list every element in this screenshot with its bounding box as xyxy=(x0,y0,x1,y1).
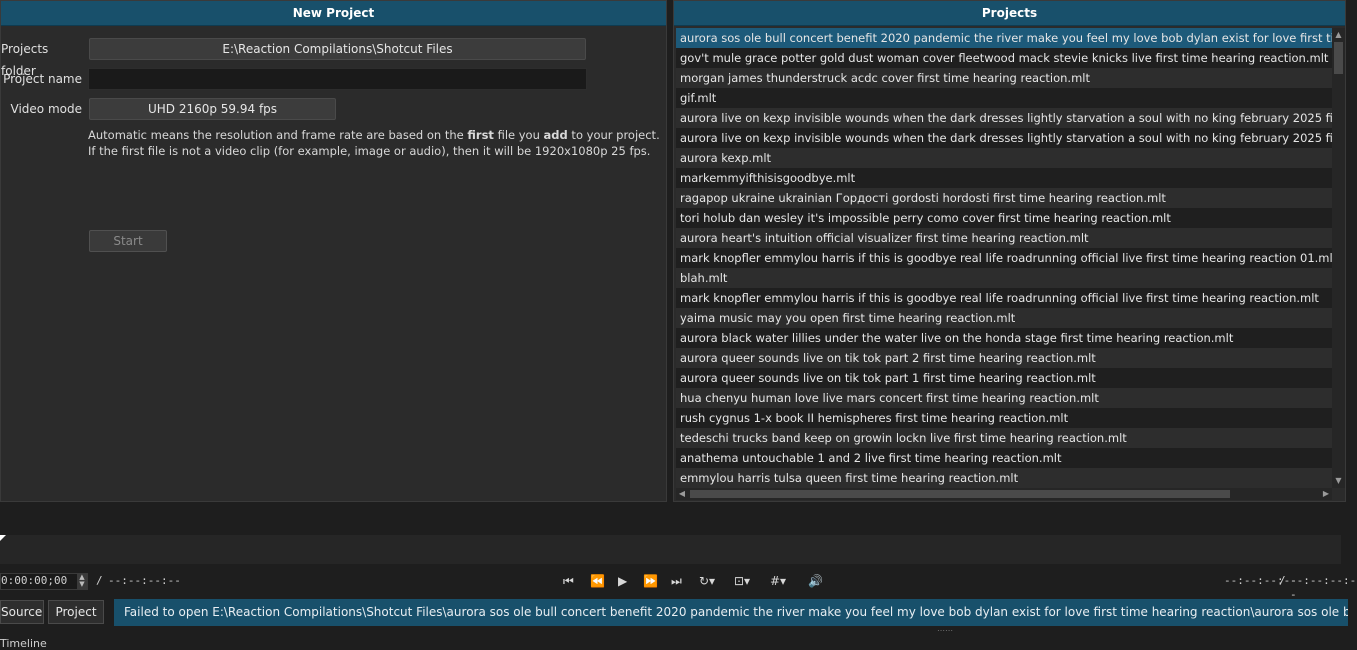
zoom-icon[interactable]: ⊡▾ xyxy=(734,572,750,590)
list-item[interactable]: mark knopfler emmylou harris if this is … xyxy=(676,248,1332,268)
info-text-part: Automatic means the resolution and frame… xyxy=(88,128,468,142)
projects-panel: Projects aurora sos ole bull concert ben… xyxy=(673,0,1346,502)
vertical-scroll-thumb[interactable] xyxy=(1334,42,1343,74)
list-item[interactable]: tori holub dan wesley it's impossible pe… xyxy=(676,208,1332,228)
video-mode-button[interactable]: UHD 2160p 59.94 fps xyxy=(89,98,336,120)
scroll-down-icon[interactable]: ▼ xyxy=(1334,476,1343,486)
timecode-spinner-icon[interactable]: ▲ ▼ xyxy=(77,574,87,589)
play-icon[interactable]: ▶ xyxy=(618,572,627,590)
list-item[interactable]: aurora queer sounds live on tik tok part… xyxy=(676,368,1332,388)
list-item[interactable]: aurora black water lillies under the wat… xyxy=(676,328,1332,348)
list-item[interactable]: markemmyifthisisgoodbye.mlt xyxy=(676,168,1332,188)
player-scrub-bar[interactable] xyxy=(0,535,1341,564)
tab-source[interactable]: Source xyxy=(0,600,44,624)
playhead-marker[interactable] xyxy=(0,535,6,541)
horizontal-scroll-thumb[interactable] xyxy=(690,490,1230,498)
fast-forward-icon[interactable]: ⏩ xyxy=(643,572,658,590)
resize-grip-icon[interactable]: ⋯⋯ xyxy=(937,627,953,635)
grid-icon[interactable]: #▾ xyxy=(770,572,786,590)
list-item[interactable]: aurora heart's intuition official visual… xyxy=(676,228,1332,248)
info-text-bold-add: add xyxy=(543,128,568,142)
projects-vertical-scrollbar[interactable]: ▲ ▼ xyxy=(1332,28,1345,488)
skip-start-icon[interactable]: ⏮ xyxy=(563,572,574,590)
project-name-row: Project name xyxy=(1,68,668,90)
duration-display: --:--:--:-- xyxy=(108,574,181,587)
video-mode-label: Video mode xyxy=(10,102,82,116)
status-message: Failed to open E:\Reaction Compilations\… xyxy=(114,599,1348,626)
info-text-part: file you xyxy=(493,128,544,142)
scroll-right-icon[interactable]: ▶ xyxy=(1321,489,1331,499)
list-item[interactable]: blah.mlt xyxy=(676,268,1332,288)
start-button[interactable]: Start xyxy=(89,230,167,252)
projects-title: Projects xyxy=(674,1,1345,26)
volume-icon[interactable]: 🔊 xyxy=(808,572,823,590)
list-item[interactable]: gov't mule grace potter gold dust woman … xyxy=(676,48,1332,68)
new-project-title: New Project xyxy=(1,1,666,26)
list-item[interactable]: mark knopfler emmylou harris if this is … xyxy=(676,288,1332,308)
list-item[interactable]: rush cygnus 1-x book II hemispheres firs… xyxy=(676,408,1332,428)
list-item[interactable]: aurora sos ole bull concert benefit 2020… xyxy=(676,28,1332,48)
list-item[interactable]: aurora queer sounds live on tik tok part… xyxy=(676,348,1332,368)
video-mode-row: Video mode UHD 2160p 59.94 fps xyxy=(1,98,668,120)
list-item[interactable]: aurora live on kexp invisible wounds whe… xyxy=(676,128,1332,148)
list-item[interactable]: ragapop ukraine ukrainian Гордості gordo… xyxy=(676,188,1332,208)
skip-end-icon[interactable]: ⏭ xyxy=(671,572,682,590)
list-item[interactable]: anathema untouchable 1 and 2 live first … xyxy=(676,448,1332,468)
out-point-display: --:--:--:-- xyxy=(1290,574,1357,601)
project-name-input[interactable] xyxy=(88,68,587,90)
list-item[interactable]: hua chenyu human love live mars concert … xyxy=(676,388,1332,408)
projects-list: aurora sos ole bull concert benefit 2020… xyxy=(676,28,1332,488)
list-item[interactable]: tedeschi trucks band keep on growin lock… xyxy=(676,428,1332,448)
list-item[interactable]: emmylou harris tulsa queen first time he… xyxy=(676,468,1332,488)
video-mode-info-text: Automatic means the resolution and frame… xyxy=(88,127,660,159)
scroll-up-icon[interactable]: ▲ xyxy=(1334,30,1343,40)
projects-horizontal-scrollbar[interactable]: ◀ ▶ xyxy=(676,488,1332,500)
list-item[interactable]: morgan james thunderstruck acdc cover fi… xyxy=(676,68,1332,88)
timeline-dock-label: Timeline xyxy=(0,637,47,650)
list-item[interactable]: aurora live on kexp invisible wounds whe… xyxy=(676,108,1332,128)
list-item[interactable]: aurora kexp.mlt xyxy=(676,148,1332,168)
loop-icon[interactable]: ↻▾ xyxy=(699,572,715,590)
timecode-value: 0:00:00;00 xyxy=(1,574,68,587)
list-item[interactable]: yaima music may you open first time hear… xyxy=(676,308,1332,328)
projects-folder-row: Projects folder E:\Reaction Compilations… xyxy=(1,38,668,78)
scroll-left-icon[interactable]: ◀ xyxy=(677,489,687,499)
project-name-label: Project name xyxy=(3,72,82,86)
in-point-display: --:--:--:-- xyxy=(1224,574,1297,587)
timecode-separator: / xyxy=(96,574,103,587)
new-project-panel: New Project Projects folder E:\Reaction … xyxy=(0,0,667,502)
rewind-icon[interactable]: ⏪ xyxy=(590,572,605,590)
in-out-separator: / xyxy=(1279,574,1286,587)
projects-folder-button[interactable]: E:\Reaction Compilations\Shotcut Files xyxy=(89,38,586,60)
info-text-bold-first: first xyxy=(467,128,494,142)
list-item[interactable]: gif.mlt xyxy=(676,88,1332,108)
tab-project[interactable]: Project xyxy=(48,600,104,624)
